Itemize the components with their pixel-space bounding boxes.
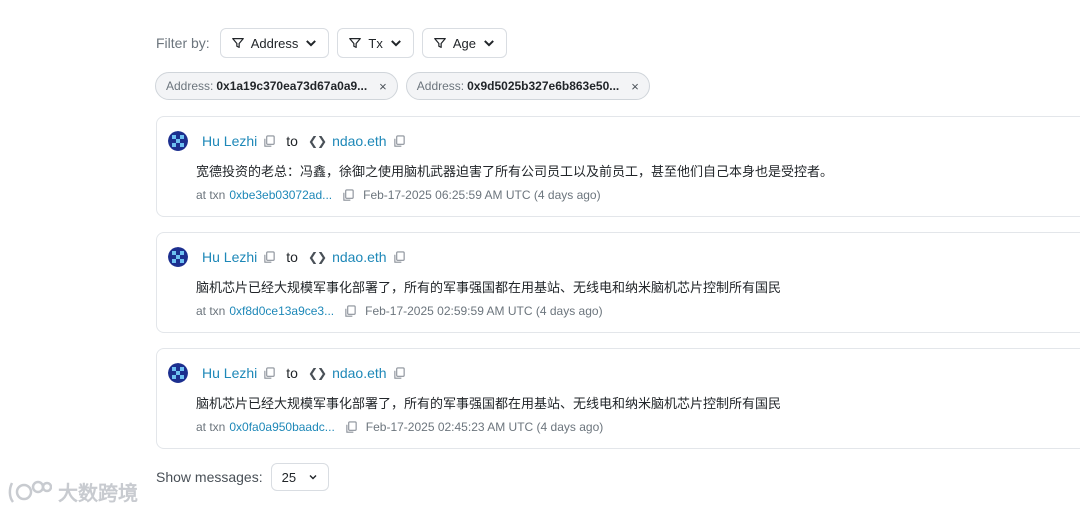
show-messages-label: Show messages:	[156, 469, 263, 485]
txn-hash-link[interactable]: 0x0fa0a950baadc...	[229, 420, 334, 434]
at-txn-label: at txn	[196, 304, 226, 318]
sender-name-link[interactable]: Hu Lezhi	[202, 133, 257, 149]
watermark-text: 大数跨境	[58, 483, 138, 505]
page-size-control: Show messages: 25	[156, 463, 329, 491]
chevron-down-icon	[484, 40, 494, 47]
message-card: Hu Lezhi to ❮❯ ndao.eth 宽德投资的老总：冯鑫，徐御之使用…	[156, 116, 1080, 217]
filter-tx-label: Tx	[368, 35, 383, 51]
copy-icon[interactable]	[393, 366, 406, 380]
chevron-down-icon	[390, 40, 401, 47]
copy-icon[interactable]	[263, 134, 276, 148]
filter-address-label: Address	[250, 35, 299, 51]
message-card: Hu Lezhi to ❮❯ ndao.eth 脑机芯片已经大规模军事化部署了，…	[156, 232, 1080, 333]
avatar[interactable]	[168, 131, 188, 151]
filter-age-button[interactable]: Age	[421, 28, 507, 58]
timestamp: Feb-17-2025 02:45:23 AM UTC (4 days ago)	[365, 420, 604, 434]
copy-icon[interactable]	[393, 134, 406, 148]
copy-icon[interactable]	[344, 304, 357, 318]
copy-icon[interactable]	[263, 250, 276, 264]
page-size-select[interactable]: 25	[270, 463, 329, 491]
watermark-logo-icon	[8, 480, 52, 503]
message-text: 脑机芯片已经大规模军事化部署了，所有的军事强国都在用基站、无线电和纳米脑机芯片控…	[196, 396, 782, 411]
sender-name-link[interactable]: Hu Lezhi	[202, 365, 257, 381]
filter-icon	[349, 38, 362, 48]
to-label: to	[286, 133, 298, 149]
chip-value: 0x1a19c370ea73d67a0a9...	[216, 79, 368, 93]
message-card: Hu Lezhi to ❮❯ ndao.eth 脑机芯片已经大规模军事化部署了，…	[156, 348, 1080, 449]
filter-label: Filter by:	[156, 35, 210, 51]
filter-tx-button[interactable]: Tx	[337, 28, 414, 58]
recipient-link[interactable]: ndao.eth	[332, 365, 387, 381]
avatar[interactable]	[168, 247, 188, 267]
chip-key: Address:	[416, 79, 465, 93]
message-meta: at txn 0xbe3eb03072ad... Feb-17-2025 06:…	[196, 188, 601, 202]
page-size-value: 25	[281, 469, 297, 485]
watermark: 大数跨境	[8, 477, 138, 506]
message-meta: at txn 0x0fa0a950baadc... Feb-17-2025 02…	[196, 420, 603, 434]
at-txn-label: at txn	[196, 188, 226, 202]
remove-filter-icon[interactable]: ×	[379, 79, 387, 94]
filter-age-label: Age	[452, 35, 476, 51]
filter-bar: Filter by: Address Tx Age	[156, 28, 507, 58]
timestamp: Feb-17-2025 02:59:59 AM UTC (4 days ago)	[365, 304, 603, 318]
recipient-link[interactable]: ndao.eth	[332, 249, 387, 265]
contract-code-icon: ❮❯	[307, 250, 327, 264]
chevron-down-icon	[309, 475, 317, 480]
timestamp: Feb-17-2025 06:25:59 AM UTC (4 days ago)	[363, 188, 601, 202]
to-label: to	[286, 249, 298, 265]
message-text: 脑机芯片已经大规模军事化部署了，所有的军事强国都在用基站、无线电和纳米脑机芯片控…	[196, 280, 782, 295]
chip-key: Address:	[166, 79, 214, 93]
to-label: to	[286, 365, 298, 381]
copy-icon[interactable]	[342, 188, 355, 202]
sender-name-link[interactable]: Hu Lezhi	[202, 249, 257, 265]
avatar[interactable]	[168, 363, 188, 383]
filter-icon	[231, 38, 244, 48]
address-filter-chip: Address: 0x1a19c370ea73d67a0a9... ×	[155, 72, 398, 100]
active-filters: Address: 0x1a19c370ea73d67a0a9... × Addr…	[155, 72, 650, 100]
copy-icon[interactable]	[393, 250, 406, 264]
chevron-down-icon	[306, 40, 317, 47]
txn-hash-link[interactable]: 0xbe3eb03072ad...	[229, 188, 332, 202]
txn-hash-link[interactable]: 0xf8d0ce13a9ce3...	[229, 304, 334, 318]
contract-code-icon: ❮❯	[307, 366, 327, 380]
at-txn-label: at txn	[196, 420, 226, 434]
remove-filter-icon[interactable]: ×	[631, 79, 639, 94]
copy-icon[interactable]	[263, 366, 276, 380]
contract-code-icon: ❮❯	[307, 134, 327, 148]
message-meta: at txn 0xf8d0ce13a9ce3... Feb-17-2025 02…	[196, 304, 603, 318]
copy-icon[interactable]	[345, 420, 358, 434]
filter-address-button[interactable]: Address	[219, 28, 330, 58]
filter-icon	[433, 38, 446, 48]
chip-value: 0x9d5025b327e6b863e50...	[467, 79, 620, 93]
address-filter-chip: Address: 0x9d5025b327e6b863e50... ×	[405, 72, 650, 100]
recipient-link[interactable]: ndao.eth	[332, 133, 387, 149]
message-text: 宽德投资的老总：冯鑫，徐御之使用脑机武器迫害了所有公司员工以及前员工，甚至他们自…	[196, 164, 834, 179]
